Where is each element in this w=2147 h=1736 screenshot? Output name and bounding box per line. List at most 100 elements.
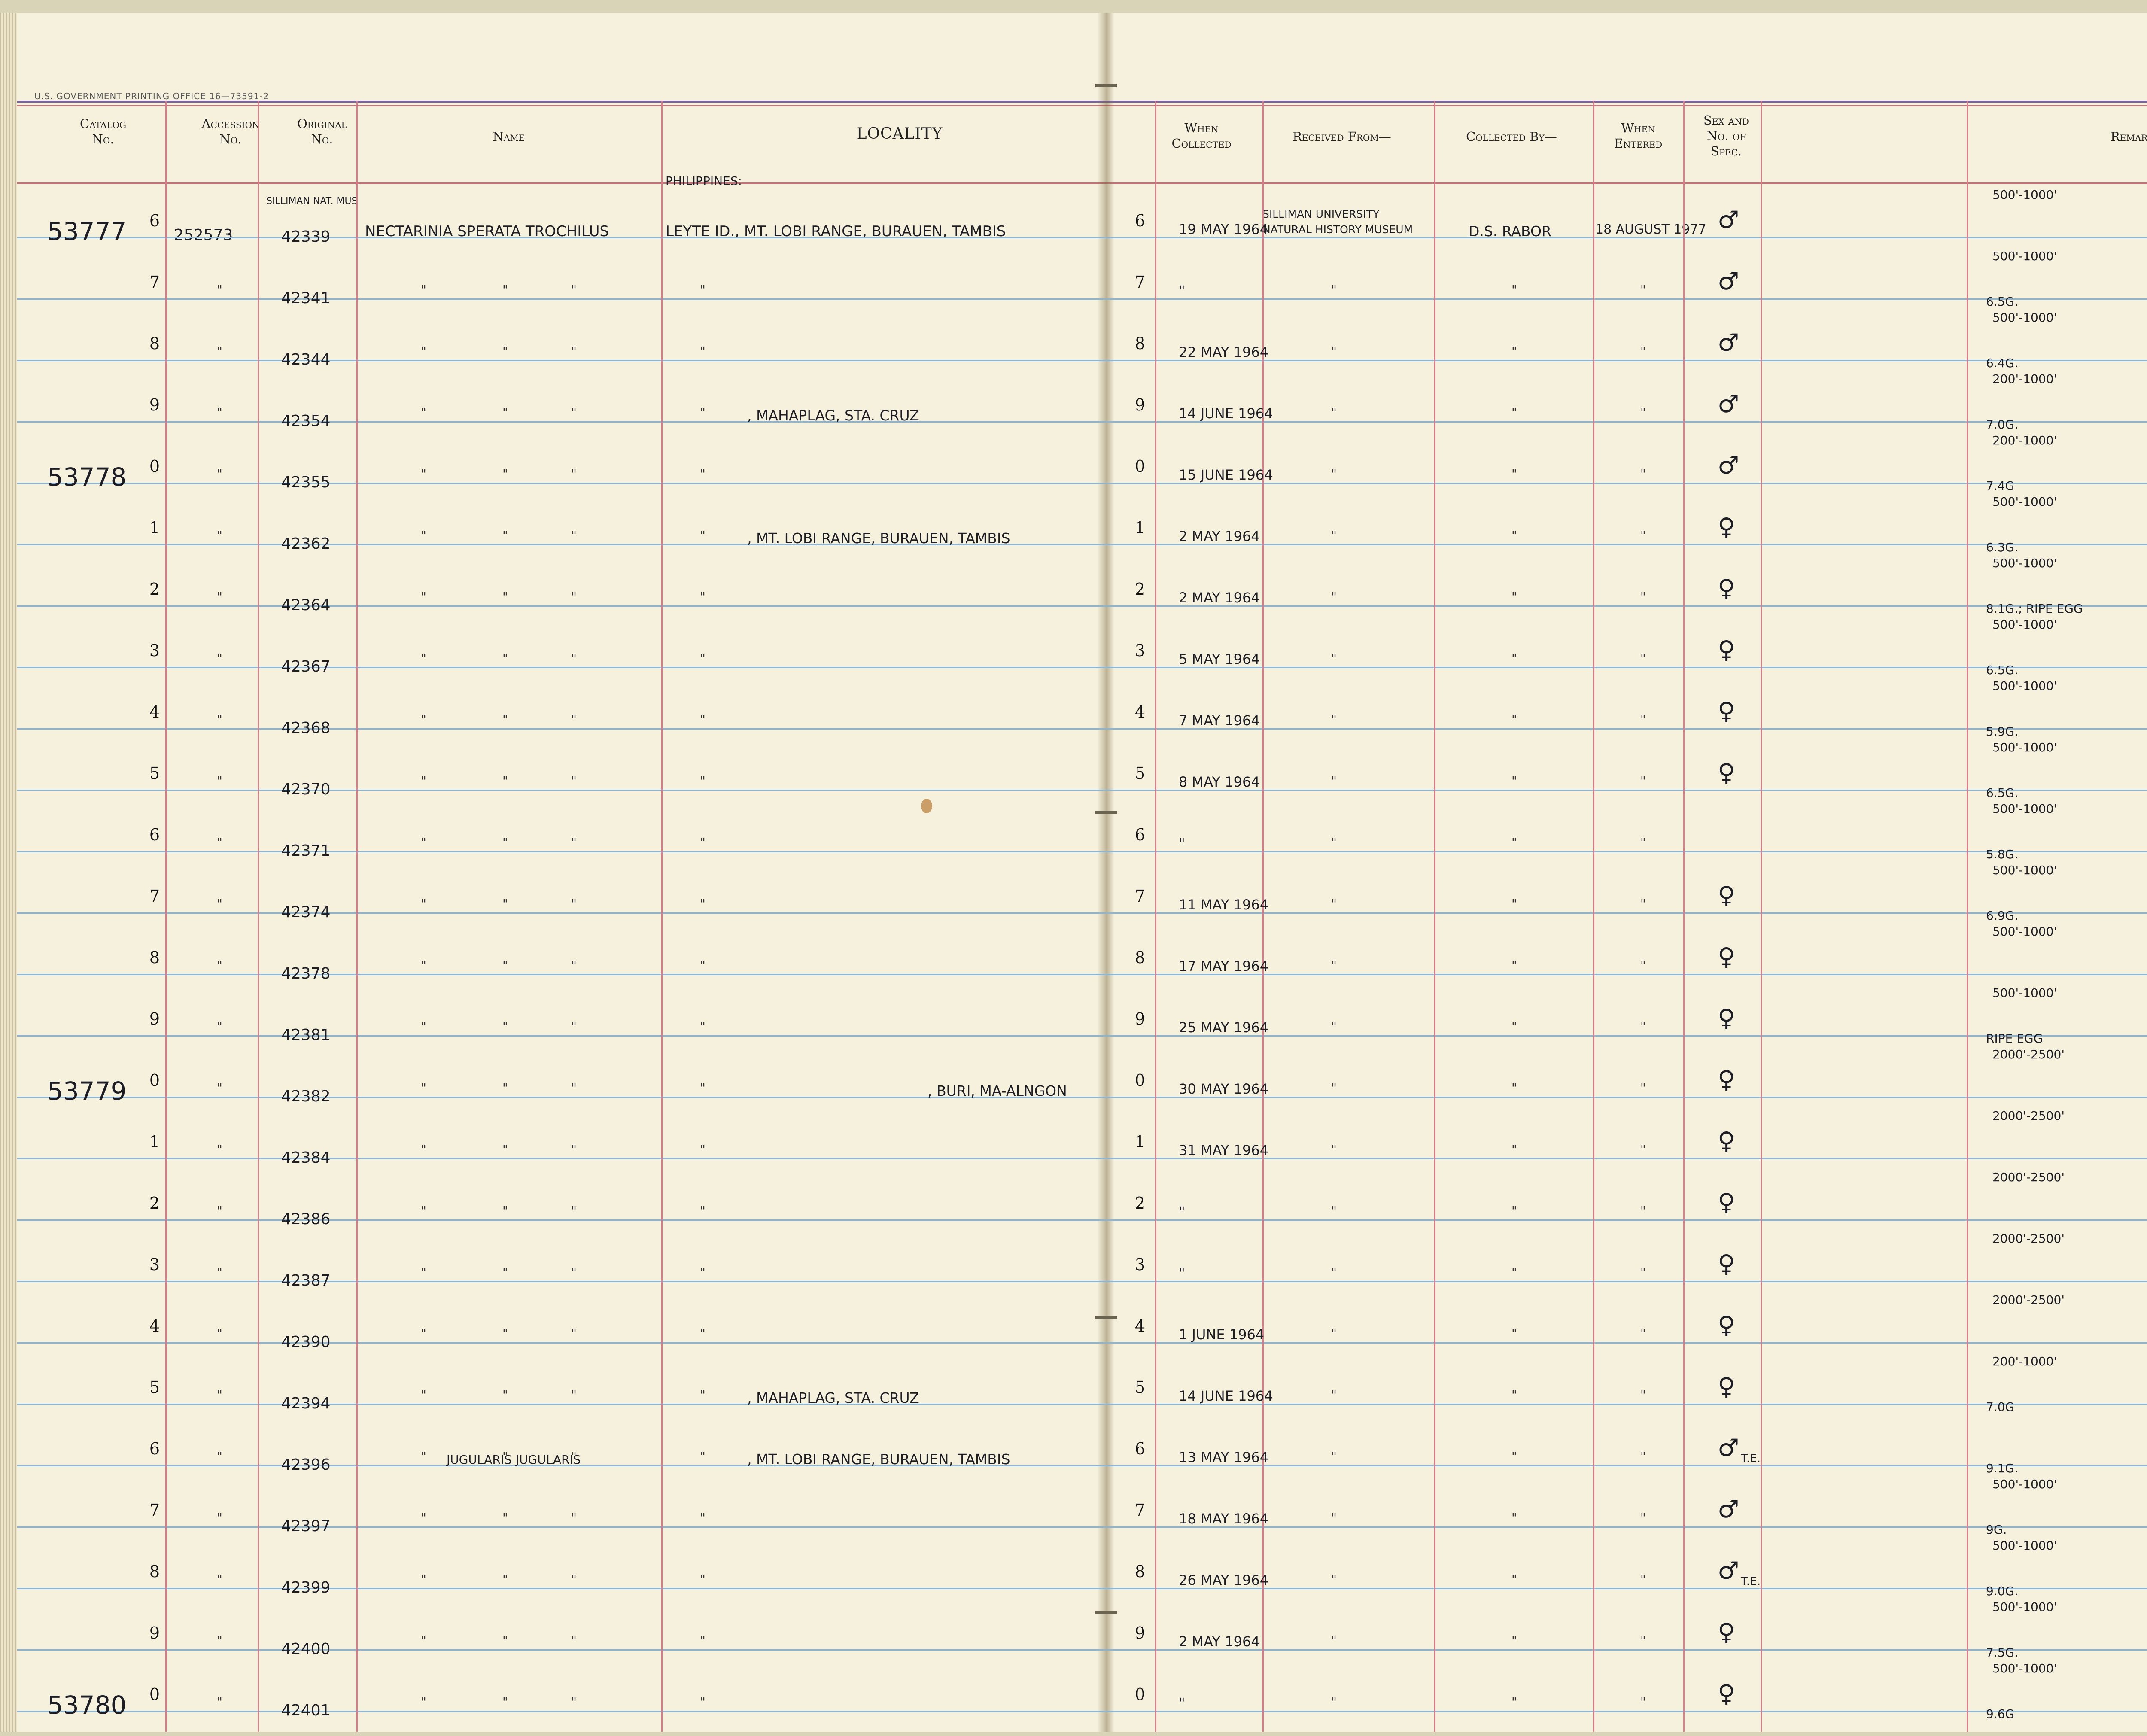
remarks-weight: RIPE EGG [1986, 1031, 2043, 1046]
ditto-mark: " [1511, 1449, 1517, 1463]
when-collected-date: 31 MAY 1964 [1179, 1142, 1269, 1158]
ditto-mark: " [217, 1142, 222, 1156]
ditto-mark: " [217, 283, 222, 297]
when-entered-date: 18 AUGUST 1977 [1595, 222, 1706, 237]
ditto-mark: " [1511, 590, 1517, 604]
locality-note: , MAHAPLAG, STA. CRUZ [747, 1389, 919, 1406]
ditto-mark: " [502, 897, 508, 911]
ditto-mark: " [502, 774, 508, 788]
row-digit-right: 8 [1134, 334, 1146, 353]
ditto-mark: " [1511, 651, 1517, 665]
ditto-mark: " [1511, 1511, 1517, 1525]
ditto-mark: " [1331, 405, 1337, 420]
ditto-mark: " [1640, 774, 1646, 788]
ruled-line [17, 1342, 2147, 1344]
locality-note: , MT. LOBI RANGE, BURAUEN, TAMBIS [747, 530, 1010, 547]
ditto-mark: " [502, 405, 508, 420]
ditto-mark: " [502, 1142, 508, 1156]
header-sex-no-spec: Sex and No. of Spec. [1703, 113, 1749, 158]
column-rule [258, 101, 259, 1732]
ruled-line [17, 1711, 2147, 1712]
ditto-mark: " [571, 1326, 577, 1341]
original-number: 42341 [281, 289, 331, 307]
remarks-elevation: 200'-1000' [1992, 1354, 2057, 1368]
ditto-mark: " [217, 1204, 222, 1218]
ditto-mark: " [1640, 1081, 1646, 1095]
catalog-number: 53778 [47, 462, 127, 492]
ruled-line [17, 1526, 2147, 1528]
ditto-mark: " [1331, 1265, 1337, 1279]
ditto-mark: " [1331, 1326, 1337, 1341]
remarks-weight: 7.4G [1986, 479, 2015, 493]
ditto-mark: " [421, 1572, 426, 1586]
sex-symbol: ♂ [1718, 270, 1739, 294]
original-number: 42384 [281, 1149, 331, 1167]
ditto-mark: " [571, 1633, 577, 1648]
sex-glyph: ♀ [1718, 1127, 1736, 1155]
ditto-mark: " [1511, 467, 1517, 481]
original-number: 42397 [281, 1517, 331, 1535]
ditto-mark: " [1511, 1081, 1517, 1095]
remarks-weight: 6.3G. [1986, 540, 2019, 554]
remarks-weight: 5.9G. [1986, 724, 2019, 739]
ditto-mark: " [1511, 897, 1517, 911]
sex-glyph: ♀ [1718, 759, 1736, 787]
remarks-elevation: 500'-1000' [1992, 802, 2057, 816]
ditto-mark: " [421, 1633, 426, 1648]
ditto-mark: " [1331, 651, 1337, 665]
remarks-weight: 6.9G. [1986, 909, 2019, 923]
ditto-mark: " [700, 651, 706, 665]
ruled-line [17, 421, 2147, 423]
ditto-mark: " [700, 344, 706, 358]
row-digit-right: 4 [1134, 1316, 1146, 1335]
ditto-mark: " [502, 651, 508, 665]
row-digit-right: 1 [1134, 1132, 1146, 1151]
ledger-spread: U.S. GOVERNMENT PRINTING OFFICE 16—73591… [17, 13, 2147, 1732]
ditto-mark: " [421, 467, 426, 481]
ditto-mark: " [502, 1633, 508, 1648]
ruled-line [17, 483, 2147, 484]
silliman-nat-mus-note: SILLIMAN NAT. MUS [266, 196, 358, 207]
ditto-mark: " [700, 1326, 706, 1341]
sex-glyph: ♀ [1718, 1004, 1736, 1032]
ditto-mark: " [571, 958, 577, 972]
ditto-mark: " [1640, 712, 1646, 727]
ditto-mark: " [700, 405, 706, 420]
ditto-mark: " [1331, 1142, 1337, 1156]
ditto-mark: " [1640, 1633, 1646, 1648]
row-digit-right: 7 [1134, 1501, 1146, 1520]
column-rule [1967, 101, 1968, 1732]
remarks-weight: 7.5G. [1986, 1645, 2019, 1660]
ditto-mark: " [700, 1388, 706, 1402]
original-number: 42400 [281, 1640, 331, 1658]
ditto-mark: " [1331, 958, 1337, 972]
ditto-mark: " [217, 467, 222, 481]
testes-enlarged-note: T.E. [1741, 1575, 1761, 1588]
received-from-line2: NATURAL HISTORY MUSEUM [1262, 223, 1413, 236]
ditto-mark: " [1511, 1388, 1517, 1402]
ditto-mark: " [700, 528, 706, 542]
original-number: 42390 [281, 1333, 331, 1351]
ditto-mark: " [1511, 774, 1517, 788]
ditto-mark: " [217, 1511, 222, 1525]
original-number: 42355 [281, 474, 331, 491]
remarks-elevation: 500'-1000' [1992, 863, 2057, 877]
row-digit-left: 9 [149, 1009, 160, 1028]
ditto-mark: " [421, 1204, 426, 1218]
sex-symbol: ♀ [1718, 945, 1735, 969]
row-digit-left: 3 [149, 1255, 160, 1274]
original-number: 42394 [281, 1395, 331, 1412]
ruled-line [17, 1404, 2147, 1405]
column-rule [1593, 101, 1594, 1732]
ruled-line [17, 1158, 2147, 1159]
when-collected-date: 1 JUNE 1964 [1179, 1326, 1265, 1343]
testes-enlarged-note: T.E. [1741, 1452, 1761, 1465]
row-digit-left: 1 [149, 518, 160, 537]
catalog-number: 53780 [47, 1690, 127, 1720]
row-digit-left: 0 [149, 1071, 160, 1090]
ruled-line [17, 360, 2147, 361]
ditto-mark: " [502, 590, 508, 604]
binding-staple [1095, 1316, 1117, 1319]
original-number: 42378 [281, 965, 331, 982]
row-digit-left: 2 [149, 1194, 160, 1213]
